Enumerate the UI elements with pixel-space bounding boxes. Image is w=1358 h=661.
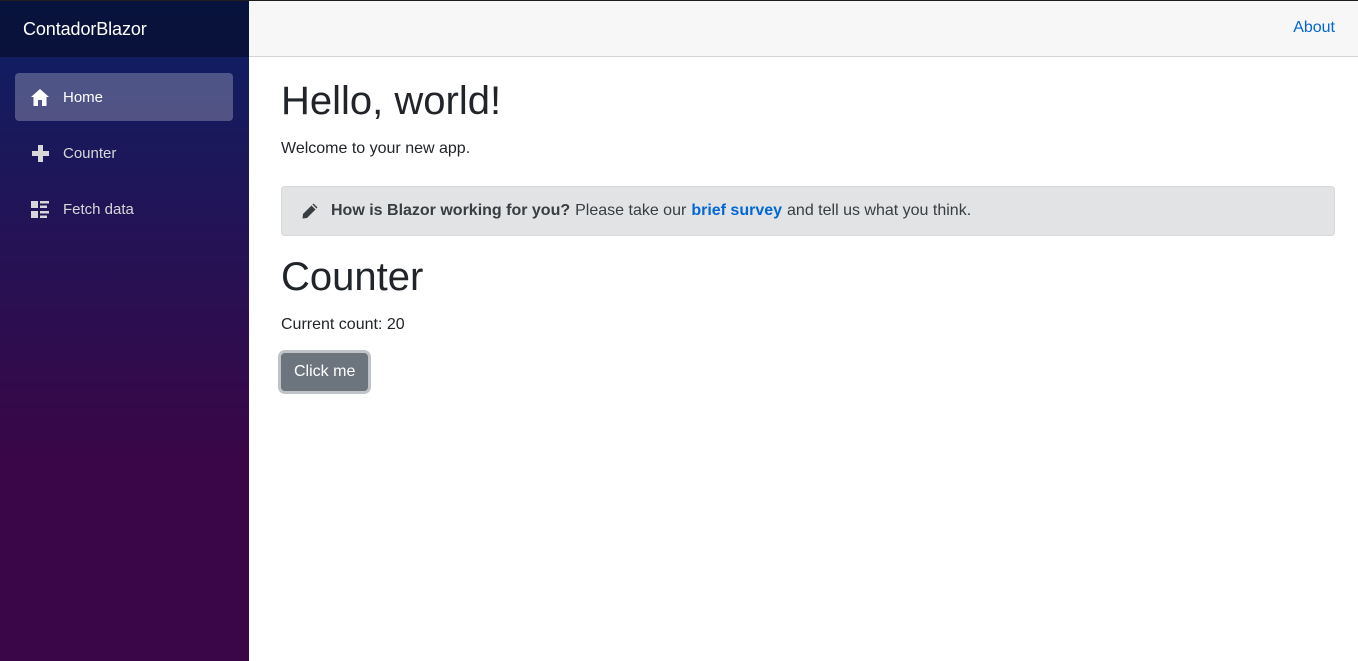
app-brand[interactable]: ContadorBlazor (23, 19, 147, 40)
app-root: ContadorBlazor Home Counter Fetch data A… (0, 0, 1358, 661)
sidebar-item-counter[interactable]: Counter (15, 129, 233, 177)
survey-question: How is Blazor working for you? (331, 202, 571, 219)
top-bar: About (249, 1, 1358, 57)
page-title: Hello, world! (281, 79, 502, 123)
survey-text-after: and tell us what you think. (787, 202, 972, 219)
survey-text-before: Please take our (575, 202, 687, 219)
pencil-icon (301, 202, 319, 220)
survey-alert: How is Blazor working for you? Please ta… (281, 186, 1335, 236)
sidebar-item-label: Counter (63, 144, 117, 162)
about-link[interactable]: About (1293, 19, 1335, 37)
nav-menu: Home Counter Fetch data (0, 57, 249, 233)
current-count: Current count: 20 (281, 316, 405, 333)
main-content: Hello, world! Welcome to your new app. H… (281, 57, 1335, 391)
brand-bar: ContadorBlazor (0, 1, 249, 57)
list-rich-icon (31, 200, 49, 218)
home-icon (31, 88, 49, 106)
plus-icon (31, 144, 49, 162)
welcome-text: Welcome to your new app. (281, 140, 471, 157)
sidebar-item-label: Home (63, 88, 104, 106)
click-me-button[interactable]: Click me (281, 353, 369, 391)
sidebar: ContadorBlazor Home Counter Fetch data (0, 1, 249, 661)
sidebar-item-home[interactable]: Home (15, 73, 233, 121)
counter-title: Counter (281, 255, 424, 299)
sidebar-item-label: Fetch data (63, 200, 134, 218)
sidebar-item-fetch-data[interactable]: Fetch data (15, 185, 233, 233)
survey-link[interactable]: brief survey (691, 202, 782, 220)
